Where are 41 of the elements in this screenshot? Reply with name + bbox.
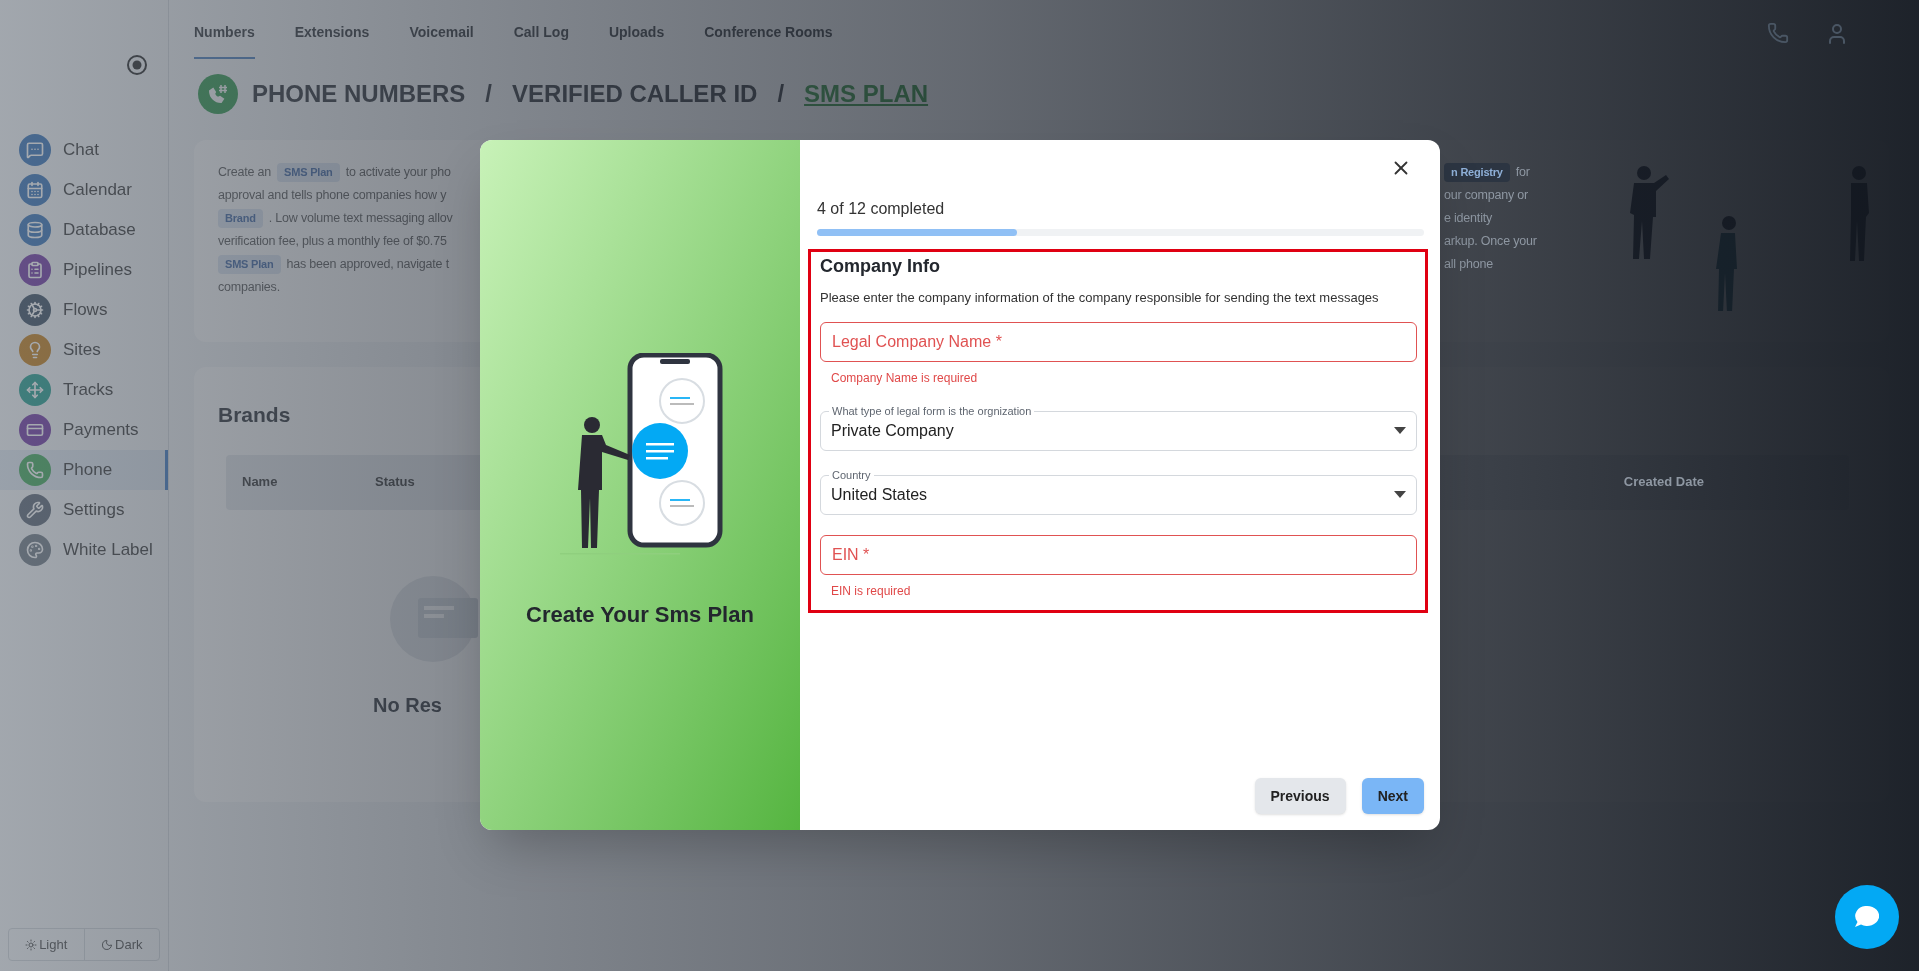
info-text: companies. [218,279,280,297]
section-description: Please enter the company information of the company responsible for sending the text messages [820,289,1380,307]
breadcrumb-separator: / [776,79,786,109]
next-button[interactable]: Next [1361,778,1424,814]
info-text: for [1515,164,1530,182]
info-text: arkup. Once your [1444,233,1537,251]
progress-text: 4 of 12 completed [817,199,946,219]
breadcrumb-link[interactable]: SMS PLAN [804,76,929,112]
speech-bubble-icon [1855,906,1879,928]
info-text: verification fee, plus a monthly fee of $0.75 [218,233,447,251]
info-text: to activate your pho [345,164,451,182]
tag-chip: n Registry [1444,163,1510,182]
caret-icon [1394,491,1406,498]
info-text: all phone [1444,256,1493,274]
tab[interactable]: Call Log [513,22,569,59]
column-header: Created Date [1623,473,1704,492]
error-message: EIN is required [831,582,912,600]
info-text: has been approved, navigate t [286,256,449,274]
text-field[interactable]: Legal Company Name * [820,321,1417,362]
tab[interactable]: Conference Rooms [704,22,833,59]
tab[interactable]: Uploads [608,22,665,59]
tab[interactable]: Voicemail [409,22,474,59]
breadcrumb-link[interactable]: VERIFIED CALLER ID [512,76,758,112]
section-title: Brands [218,402,291,428]
info-text: our company or [1444,187,1529,205]
error-message: Company Name is required [831,369,979,387]
column-header: Name [242,473,279,492]
previous-button[interactable]: Previous [1254,778,1346,814]
section-title: Company Info [820,255,941,278]
modal-title: Create Your Sms Plan [526,601,754,629]
breadcrumb-link[interactable]: PHONE NUMBERS [252,76,466,112]
info-text: e identity [1444,210,1493,228]
empty-message: No Res [373,692,442,718]
tab[interactable]: Extensions [294,22,370,59]
column-header: Status [375,473,415,492]
text-field[interactable]: EIN * [820,534,1417,575]
info-text: approval and tells phone companies how y [218,187,447,205]
caret-icon [1394,427,1406,434]
info-text: . Low volume text messaging allov [268,210,453,228]
breadcrumb-separator: / [484,79,494,109]
info-text: Create an [218,164,272,182]
